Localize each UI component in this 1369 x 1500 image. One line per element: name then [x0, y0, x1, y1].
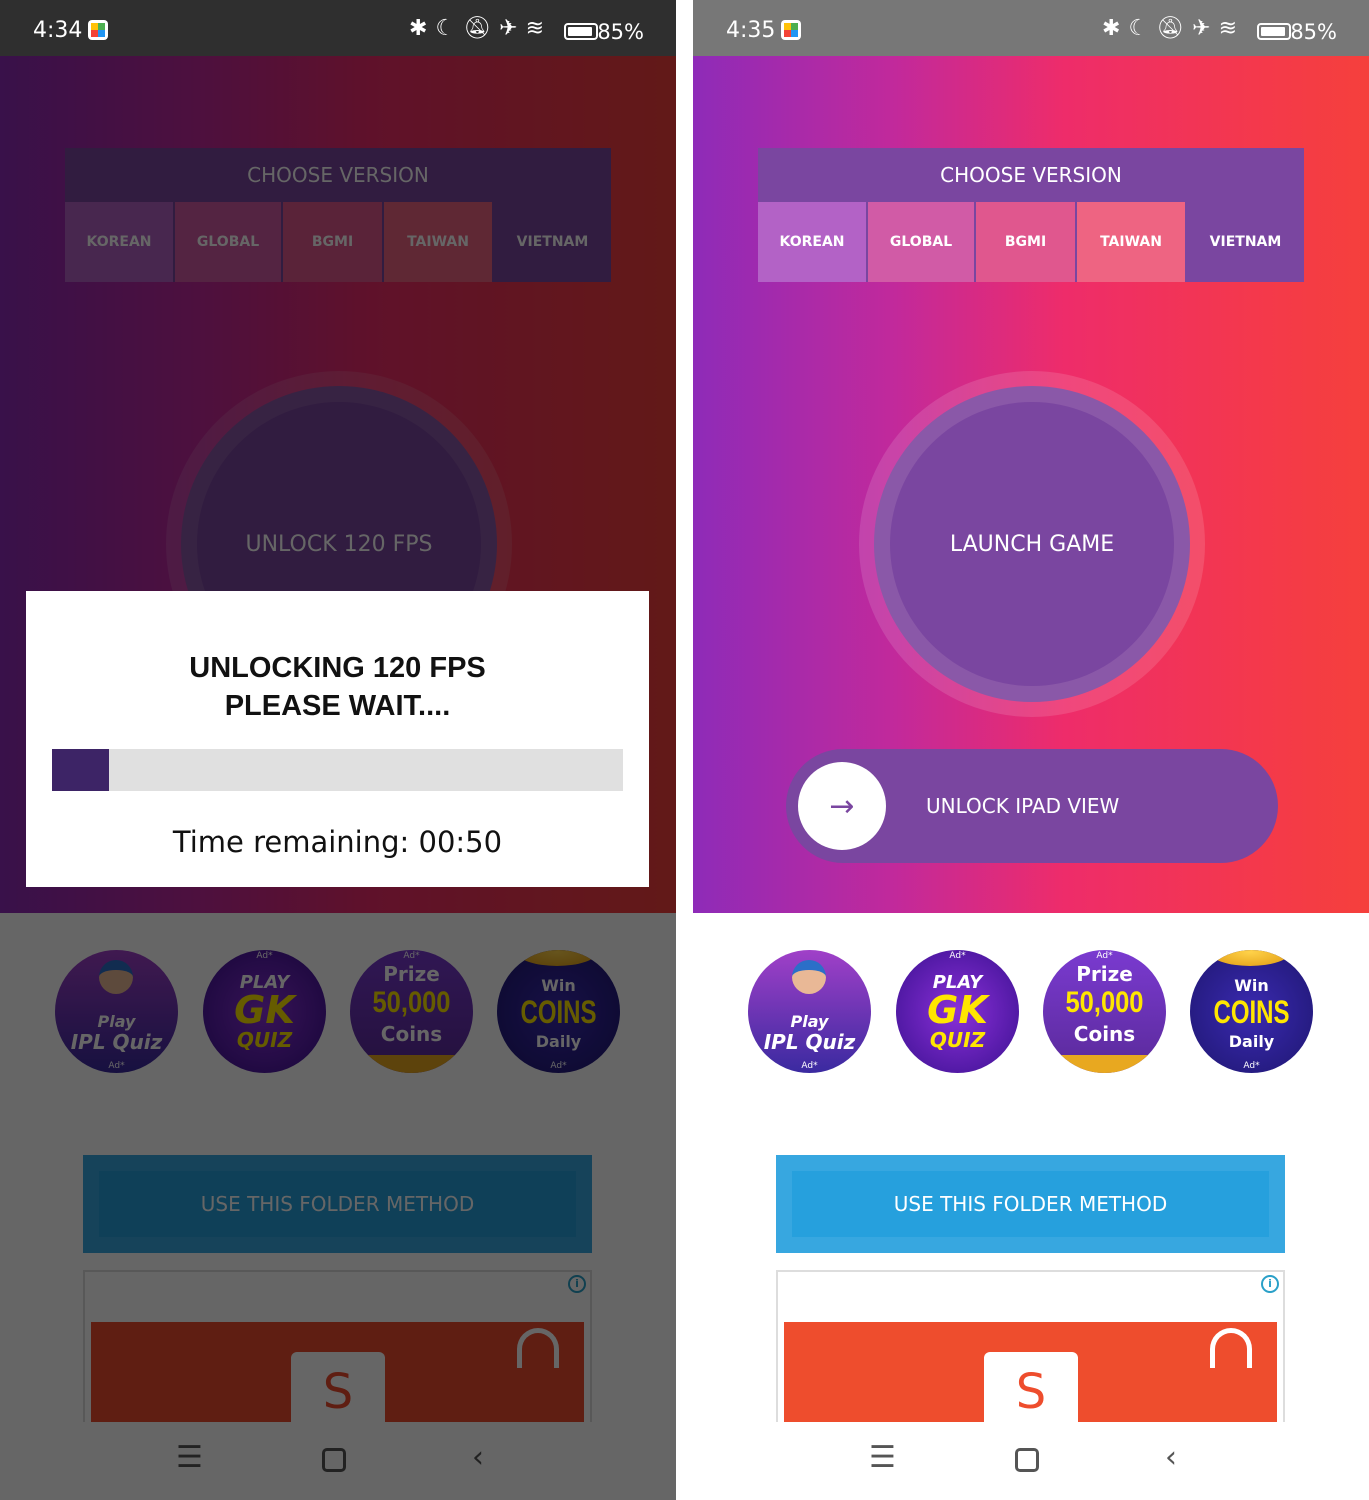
- bell-off-icon: 🔕︎: [463, 16, 500, 41]
- ad-banner[interactable]: i S: [776, 1270, 1285, 1432]
- bluetooth-icon: ✱: [1102, 16, 1129, 41]
- tab-taiwan[interactable]: TAIWAN: [1077, 202, 1185, 282]
- tab-bgmi[interactable]: BGMI: [976, 202, 1075, 282]
- ad-ipl-quiz[interactable]: PlayIPL QuizAd*: [748, 950, 871, 1073]
- ad-icons-row: PlayIPL QuizAd* Ad*PLAYGKQUIZ Ad*Prize50…: [693, 950, 1369, 1073]
- tab-vietnam[interactable]: VIETNAM: [1187, 202, 1304, 282]
- choose-version-title: CHOOSE VERSION: [940, 163, 1122, 187]
- status-time: 4:34: [33, 18, 83, 43]
- bluetooth-icon: ✱: [409, 16, 436, 41]
- ad-gk-quiz[interactable]: Ad*PLAYGKQUIZ: [896, 950, 1019, 1073]
- navigation-bar: ☰ ‹: [693, 1422, 1369, 1500]
- unlocking-dialog: UNLOCKING 120 FPS PLEASE WAIT.... Time re…: [26, 591, 649, 887]
- battery-icon: [1257, 23, 1291, 40]
- moon-icon: ☾: [1128, 16, 1157, 41]
- menu-icon[interactable]: ☰: [869, 1440, 896, 1475]
- use-folder-method-button[interactable]: USE THIS FOLDER METHOD: [776, 1155, 1285, 1253]
- tab-korean[interactable]: KOREAN: [758, 202, 866, 282]
- battery-percent: 85%: [1290, 20, 1337, 44]
- choose-version-card: CHOOSE VERSION KOREAN GLOBAL BGMI TAIWAN…: [758, 148, 1304, 282]
- main-circle-button[interactable]: LAUNCH GAME: [890, 402, 1174, 686]
- phone-screen-right: 4:35 ✱☾🔕︎✈≋ 85% CHOOSE VERSION KOREAN GL…: [693, 0, 1369, 1500]
- ad-prize-coins[interactable]: Ad*Prize50,000Coins: [1043, 950, 1166, 1073]
- time-remaining: Time remaining: 00:50: [172, 825, 503, 859]
- progress-fill: [52, 749, 110, 791]
- arrow-right-icon: →: [798, 762, 886, 850]
- battery-percent: 85%: [597, 20, 644, 44]
- dialog-title: UNLOCKING 120 FPS PLEASE WAIT....: [189, 652, 486, 722]
- app-notification-icon: [781, 20, 801, 40]
- battery-icon: [564, 23, 598, 40]
- airplane-icon: ✈: [499, 16, 526, 41]
- hero-section: CHOOSE VERSION KOREAN GLOBAL BGMI TAIWAN…: [693, 56, 1369, 913]
- wifi-icon: ≋: [1218, 16, 1245, 41]
- unlock-ipad-view-label: UNLOCK IPAD VIEW: [926, 794, 1120, 818]
- ad-win-coins[interactable]: WinCOINSDailyAd*: [1190, 950, 1313, 1073]
- moon-icon: ☾: [435, 16, 464, 41]
- airplane-icon: ✈: [1192, 16, 1219, 41]
- bell-off-icon: 🔕︎: [1156, 16, 1193, 41]
- main-button-ring: LAUNCH GAME: [859, 371, 1205, 717]
- ad-info-icon[interactable]: i: [1261, 1275, 1279, 1293]
- shopping-bag-logo: S: [984, 1328, 1252, 1432]
- back-icon[interactable]: ‹: [1165, 1440, 1177, 1475]
- unlock-ipad-view-button[interactable]: → UNLOCK IPAD VIEW: [786, 749, 1278, 863]
- progress-bar: [52, 749, 623, 791]
- status-bar: 4:35 ✱☾🔕︎✈≋ 85%: [693, 0, 1369, 56]
- wifi-icon: ≋: [525, 16, 552, 41]
- app-notification-icon: [88, 20, 108, 40]
- phone-screen-left: 4:34 ✱☾🔕︎✈≋ 85% CHOOSE VERSION KOREAN GL…: [0, 0, 676, 1500]
- status-bar: 4:34 ✱☾🔕︎✈≋ 85%: [0, 0, 676, 56]
- home-icon[interactable]: [1015, 1448, 1039, 1472]
- tab-global[interactable]: GLOBAL: [868, 202, 974, 282]
- status-time: 4:35: [726, 18, 776, 43]
